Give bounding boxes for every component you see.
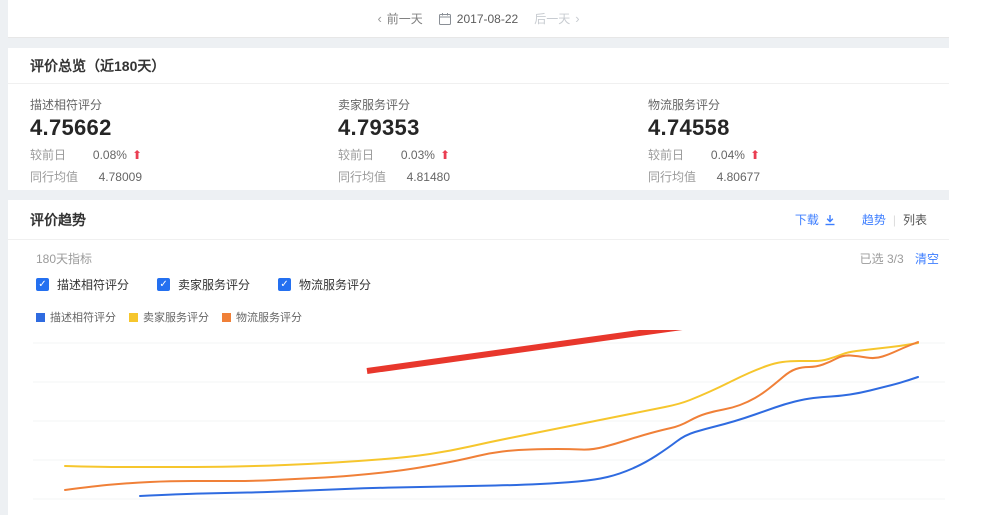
metric-compare-row: 较前日 0.03% ⬆: [338, 146, 450, 163]
compare-label: 较前日: [648, 146, 710, 163]
metric-value: 4.79353: [338, 115, 648, 141]
legend-label: 物流服务评分: [236, 309, 302, 325]
page: ‹ 前一天 2017-08-22 后一天 ›: [0, 0, 1001, 515]
metric-label: 物流服务评分: [648, 96, 760, 113]
metric-peer-row: 同行均值 4.80677: [648, 168, 760, 185]
peer-label: 同行均值: [338, 168, 400, 185]
peer-label: 同行均值: [30, 168, 92, 185]
chart-legend: 描述相符评分 卖家服务评分 物流服务评分: [36, 309, 939, 325]
legend-item-desc: 描述相符评分: [36, 309, 116, 325]
download-icon: [824, 214, 836, 226]
date-nav-bar: ‹ 前一天 2017-08-22 后一天 ›: [8, 0, 949, 38]
metric-value: 4.74558: [648, 115, 760, 141]
legend-label: 描述相符评分: [50, 309, 116, 325]
legend-swatch-orange: [222, 313, 231, 322]
tab-list-view[interactable]: 列表: [903, 211, 927, 228]
overview-card: 评价总览（近180天） 描述相符评分 4.75662 较前日 0.08% ⬆ 同…: [8, 48, 949, 190]
view-toggle: 趋势 | 列表: [862, 211, 927, 228]
checkbox-checked-icon: ✓: [278, 278, 291, 291]
selected-count: 已选 3/3: [860, 252, 904, 266]
trend-card-header: 评价趋势 下载 趋势 | 列表: [8, 200, 949, 240]
metric-checkbox-row: ✓ 描述相符评分 ✓ 卖家服务评分 ✓ 物流服务评分: [36, 276, 939, 293]
up-arrow-icon: ⬆: [750, 148, 760, 162]
chevron-right-icon: ›: [575, 11, 579, 26]
annotation-arrow: [367, 330, 797, 371]
chevron-left-icon: ‹: [377, 11, 381, 26]
current-date: 2017-08-22: [457, 12, 518, 26]
trend-actions: 下载 趋势 | 列表: [795, 211, 927, 228]
compare-value: 0.03%: [400, 148, 435, 162]
legend-item-seller: 卖家服务评分: [129, 309, 209, 325]
compare-label: 较前日: [30, 146, 92, 163]
peer-value: 4.80677: [710, 170, 760, 184]
up-arrow-icon: ⬆: [132, 148, 142, 162]
prev-day-button[interactable]: ‹ 前一天: [372, 10, 422, 27]
compare-value: 0.08%: [92, 148, 127, 162]
checkbox-label: 物流服务评分: [299, 276, 371, 293]
period-label: 180天指标: [36, 250, 92, 267]
trend-title: 评价趋势: [30, 210, 86, 230]
metric-desc-score: 描述相符评分 4.75662 较前日 0.08% ⬆ 同行均值 4.78009: [30, 96, 338, 185]
date-picker[interactable]: 2017-08-22: [439, 12, 518, 26]
checkbox-desc-score[interactable]: ✓ 描述相符评分: [36, 276, 129, 293]
download-button[interactable]: 下载: [795, 211, 836, 228]
checkbox-logistics-score[interactable]: ✓ 物流服务评分: [278, 276, 371, 293]
legend-label: 卖家服务评分: [143, 309, 209, 325]
prev-day-label: 前一天: [387, 10, 423, 27]
checkbox-label: 卖家服务评分: [178, 276, 250, 293]
legend-item-logistics: 物流服务评分: [222, 309, 302, 325]
metric-compare-row: 较前日 0.08% ⬆: [30, 146, 142, 163]
next-day-button[interactable]: 后一天 ›: [534, 10, 584, 27]
checkbox-checked-icon: ✓: [36, 278, 49, 291]
trend-line-chart[interactable]: [0, 330, 949, 515]
peer-value: 4.81480: [400, 170, 450, 184]
metric-peer-row: 同行均值 4.81480: [338, 168, 450, 185]
checkbox-label: 描述相符评分: [57, 276, 129, 293]
compare-value: 0.04%: [710, 148, 745, 162]
legend-swatch-blue: [36, 313, 45, 322]
clear-selection-button[interactable]: 清空: [915, 252, 939, 266]
trend-body: 180天指标 已选 3/3 清空 ✓ 描述相符评分 ✓ 卖家服务评分: [8, 240, 949, 325]
metric-label: 卖家服务评分: [338, 96, 648, 113]
legend-swatch-yellow: [129, 313, 138, 322]
metric-label: 描述相符评分: [30, 96, 338, 113]
content-column: ‹ 前一天 2017-08-22 后一天 ›: [0, 0, 949, 515]
peer-label: 同行均值: [648, 168, 710, 185]
next-day-label: 后一天: [534, 10, 570, 27]
metric-seller-score: 卖家服务评分 4.79353 较前日 0.03% ⬆ 同行均值 4.81480: [338, 96, 648, 185]
tab-trend-view[interactable]: 趋势: [862, 211, 886, 228]
selection-info: 已选 3/3 清空: [860, 250, 939, 267]
download-label: 下载: [795, 211, 819, 228]
calendar-icon: [439, 13, 451, 25]
overview-card-header: 评价总览（近180天）: [8, 48, 949, 84]
metric-value: 4.75662: [30, 115, 338, 141]
checkbox-checked-icon: ✓: [157, 278, 170, 291]
up-arrow-icon: ⬆: [440, 148, 450, 162]
overview-title: 评价总览（近180天）: [30, 56, 165, 76]
compare-label: 较前日: [338, 146, 400, 163]
filter-row: 180天指标 已选 3/3 清空: [36, 250, 939, 267]
checkbox-seller-score[interactable]: ✓ 卖家服务评分: [157, 276, 250, 293]
metric-logistics-score: 物流服务评分 4.74558 较前日 0.04% ⬆ 同行均值 4.80677: [648, 96, 760, 185]
metric-compare-row: 较前日 0.04% ⬆: [648, 146, 760, 163]
date-nav: ‹ 前一天 2017-08-22 后一天 ›: [372, 10, 584, 27]
metric-peer-row: 同行均值 4.78009: [30, 168, 142, 185]
peer-value: 4.78009: [92, 170, 142, 184]
metrics-row: 描述相符评分 4.75662 较前日 0.08% ⬆ 同行均值 4.78009 …: [8, 84, 949, 185]
toggle-divider: |: [893, 213, 896, 227]
